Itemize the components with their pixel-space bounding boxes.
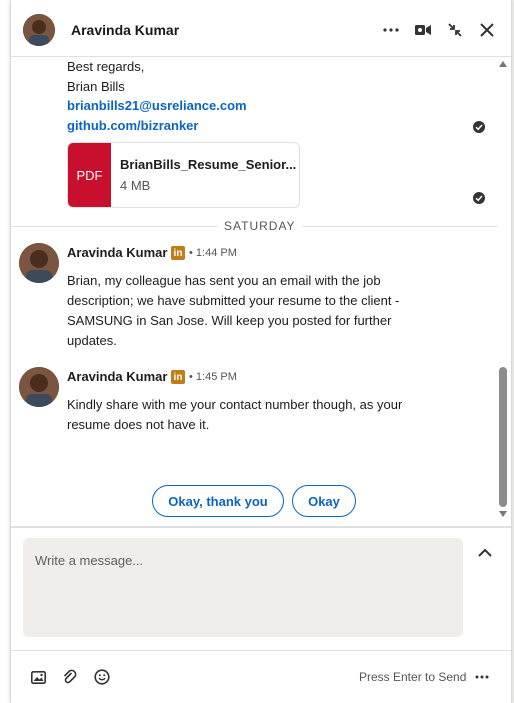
image-icon [30,670,46,684]
signature-line: Brian Bills [67,79,125,94]
message-list-scrollbar[interactable] [497,57,509,525]
close-icon [480,23,494,37]
read-receipt-icon [473,121,485,133]
linkedin-premium-icon: in [171,370,185,384]
pdf-file-icon: PDF [68,143,111,207]
message-time: • 1:45 PM [189,371,237,383]
contact-avatar[interactable] [23,14,55,46]
expand-composer-button[interactable] [477,545,493,563]
pdf-attachment[interactable]: PDF BrianBills_Resume_Senior... 4 MB [67,142,300,208]
read-receipt-icon [473,192,485,204]
day-divider-label: SATURDAY [217,219,303,233]
paperclip-icon [63,669,77,684]
sender-name[interactable]: Aravinda Kumar [67,369,167,384]
message-list[interactable]: Best regards, Brian Bills brianbills21@u… [11,57,511,525]
contact-name[interactable]: Aravinda Kumar [71,22,179,38]
composer-divider [11,526,511,528]
attach-file-button[interactable] [61,668,79,686]
message-time: • 1:44 PM [189,247,237,259]
scroll-up-arrow-icon[interactable] [499,61,507,67]
send-hint[interactable]: Press Enter to Send [359,670,466,684]
chat-header: Aravinda Kumar [11,0,511,57]
scrollbar-thumb[interactable] [499,367,507,507]
email-link[interactable]: brianbills21@usreliance.com [67,98,247,113]
scroll-down-arrow-icon[interactable] [499,511,507,517]
message-input[interactable]: Write a message... [23,538,463,637]
attachment-file-name[interactable]: BrianBills_Resume_Senior... [120,157,298,172]
messaging-window: Aravinda Kumar Best regards, Brian Bills… [10,0,512,703]
close-button[interactable] [475,18,499,42]
smiley-icon [94,669,110,685]
collapse-arrows-icon [448,23,462,37]
message-body: Kindly share with me your contact number… [67,397,403,432]
video-call-button[interactable] [411,18,435,42]
message-input-placeholder: Write a message... [35,553,144,568]
sender-name[interactable]: Aravinda Kumar [67,245,167,260]
emoji-button[interactable] [93,668,111,686]
footer-divider [11,650,511,651]
ellipsis-icon [475,675,489,679]
sender-avatar[interactable] [19,243,59,283]
suggested-reply-okay-thank-you[interactable]: Okay, thank you [152,485,284,517]
suggested-reply-okay[interactable]: Okay [292,485,356,517]
attach-image-button[interactable] [29,668,47,686]
github-link[interactable]: github.com/bizranker [67,118,198,133]
attachment-file-size: 4 MB [120,178,151,193]
more-options-button[interactable] [379,18,403,42]
chevron-up-icon [478,548,492,557]
linkedin-premium-icon: in [171,246,185,260]
sender-avatar[interactable] [19,367,59,407]
minimize-button[interactable] [443,18,467,42]
video-camera-icon [415,25,431,35]
message-body: Brian, my colleague has sent you an emai… [67,273,400,348]
signature-line: Best regards, [67,59,145,74]
ellipsis-icon [383,28,399,32]
send-options-button[interactable] [473,668,491,686]
